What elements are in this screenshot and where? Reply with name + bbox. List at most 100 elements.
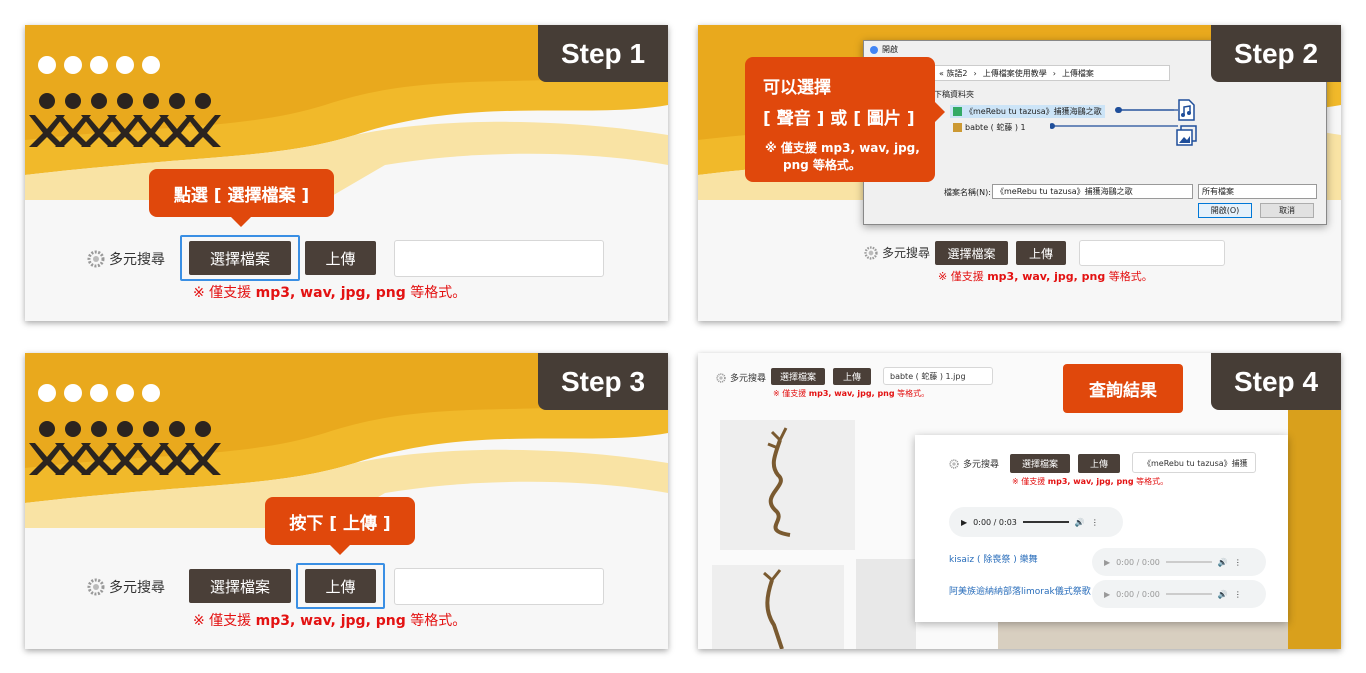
step2-panel: 開啟 « 族語2 › 上傳檔案使用教學 › 上傳檔案 下稿資料夾 《meRebu…: [698, 25, 1341, 321]
more-options-icon[interactable]: ⋮: [1091, 518, 1099, 527]
filename-display-field[interactable]: 《meRebu tu tazusa》捕獲: [1132, 452, 1256, 473]
volume-icon[interactable]: 🔊: [1218, 590, 1228, 599]
result-link[interactable]: kisaiz ( 除喪祭 ) 樂舞: [949, 552, 1038, 565]
format-note: ※ 僅支援 mp3, wav, jpg, png 等格式。: [1012, 476, 1168, 487]
gear-icon: [716, 372, 726, 383]
chrome-icon: [870, 45, 878, 54]
filename-display-field[interactable]: [394, 240, 604, 277]
note-suffix: 等格式。: [410, 613, 467, 629]
callout-pointer: [231, 217, 251, 227]
search-label-text: 多元搜尋: [109, 580, 165, 596]
format-note: ※ 僅支援 mp3, wav, jpg, png 等格式。: [773, 388, 929, 399]
multi-search-label: 多元搜尋: [864, 244, 930, 261]
upload-button[interactable]: 上傳: [1078, 454, 1120, 473]
note-prefix: ※ 僅支援: [938, 270, 984, 283]
search-label-text: 多元搜尋: [963, 460, 1000, 470]
plant-specimen-image: [712, 565, 844, 649]
choose-file-button[interactable]: 選擇檔案: [1010, 454, 1070, 473]
note-formats: mp3, wav, jpg, png: [255, 285, 406, 301]
filename-display-field[interactable]: babte ( 蛇藤 ) 1.jpg: [883, 367, 993, 385]
image-icon: [1176, 125, 1197, 146]
upload-button[interactable]: 上傳: [1016, 241, 1066, 265]
sidebar-folder-label[interactable]: 下稿資料夾: [934, 89, 974, 100]
choose-file-button[interactable]: 選擇檔案: [189, 241, 291, 275]
breadcrumb-item[interactable]: 上傳檔案: [1062, 68, 1094, 79]
audio-player[interactable]: ▶ 0:00 / 0:00 🔊 ⋮: [1092, 580, 1266, 608]
audio-player[interactable]: ▶ 0:00 / 0:00 🔊 ⋮: [1092, 548, 1266, 576]
note-prefix: ※ 僅支援: [1012, 477, 1046, 486]
note-prefix: ※ 僅支援: [773, 389, 807, 398]
gear-icon: [87, 250, 105, 268]
seek-bar[interactable]: [1022, 521, 1069, 523]
filename-display-field[interactable]: [1079, 240, 1225, 266]
callout-pointer: [935, 102, 945, 122]
step3-panel: Step 3 按下 [ 上傳 ] 多元搜尋 選擇檔案 上傳 ※ 僅支援 mp3,…: [25, 353, 668, 649]
file-item-image[interactable]: babte ( 蛇藤 ) 1: [950, 121, 1029, 134]
upload-button[interactable]: 上傳: [305, 569, 376, 603]
chevron-right-icon: ›: [973, 68, 977, 78]
step-badge: Step 3: [538, 353, 668, 410]
plant-specimen-image: [720, 420, 855, 550]
step1-panel: Step 1 點選 [ 選擇檔案 ] 多元搜尋 選擇檔案 上傳 ※ 僅支援 mp…: [25, 25, 668, 321]
image-file-icon: [953, 123, 962, 132]
open-button[interactable]: 開啟(O): [1198, 203, 1252, 218]
player-time: 0:00 / 0:00: [1116, 557, 1160, 567]
multi-search-label: 多元搜尋: [716, 371, 766, 384]
search-result-popup: 多元搜尋 選擇檔案 上傳 《meRebu tu tazusa》捕獲 ※ 僅支援 …: [915, 435, 1288, 622]
step-badge: Step 4: [1211, 353, 1341, 410]
format-note: ※ 僅支援 mp3, wav, jpg, png 等格式。: [193, 282, 466, 302]
step4-panel: 多元搜尋 選擇檔案 上傳 babte ( 蛇藤 ) 1.jpg ※ 僅支援 mp…: [698, 353, 1341, 649]
gear-icon: [864, 245, 878, 260]
choose-file-button[interactable]: 選擇檔案: [189, 569, 291, 603]
callout-text: 按下 [ 上傳 ]: [289, 513, 391, 534]
filename-display-field[interactable]: [394, 568, 604, 605]
seek-bar[interactable]: [1165, 561, 1212, 563]
note-suffix: 等格式。: [1136, 477, 1169, 486]
music-note-icon: [1178, 99, 1195, 121]
note-prefix: ※ 僅支援: [193, 613, 252, 629]
play-icon[interactable]: ▶: [1104, 558, 1110, 567]
breadcrumb[interactable]: « 族語2 › 上傳檔案使用教學 › 上傳檔案: [934, 65, 1170, 81]
instruction-callout: 按下 [ 上傳 ]: [265, 497, 415, 555]
volume-icon[interactable]: 🔊: [1218, 558, 1228, 567]
more-options-icon[interactable]: ⋮: [1234, 590, 1242, 599]
note-formats: mp3, wav, jpg, png: [1047, 477, 1134, 486]
callout-text: 點選 [ 選擇檔案 ]: [173, 185, 310, 206]
search-label-text: 多元搜尋: [882, 246, 931, 260]
filename-input[interactable]: 《meRebu tu tazusa》捕獲海鷗之歌: [992, 184, 1193, 199]
note-suffix: 等格式。: [410, 285, 467, 301]
dialog-title: 開啟: [882, 45, 898, 54]
note-formats: mp3, wav, jpg, png: [255, 613, 406, 629]
breadcrumb-item[interactable]: « 族語2: [939, 68, 968, 79]
plant-specimen-image: [856, 559, 916, 649]
callout-subnote: png 等格式。: [783, 158, 861, 172]
gear-icon: [949, 458, 959, 469]
result-link[interactable]: 阿美族逾納納部落limorak儀式祭歌: [949, 584, 1091, 597]
choose-file-button[interactable]: 選擇檔案: [771, 368, 825, 385]
side-accent-strip: [1288, 410, 1341, 649]
note-suffix: 等格式。: [897, 389, 930, 398]
seek-bar[interactable]: [1165, 593, 1212, 595]
play-icon[interactable]: ▶: [961, 518, 967, 527]
filename-label: 檔案名稱(N):: [944, 188, 991, 197]
volume-icon[interactable]: 🔊: [1075, 518, 1085, 527]
cancel-button[interactable]: 取消: [1260, 203, 1314, 218]
audio-player[interactable]: ▶ 0:00 / 0:03 🔊 ⋮: [949, 507, 1123, 537]
callout-line: [ 聲音 ] 或 [ 圖片 ]: [763, 109, 915, 129]
player-time: 0:00 / 0:00: [1116, 589, 1160, 599]
instruction-callout: 點選 [ 選擇檔案 ]: [149, 169, 334, 227]
choose-file-button[interactable]: 選擇檔案: [935, 241, 1008, 265]
play-icon[interactable]: ▶: [1104, 590, 1110, 599]
chevron-right-icon: ›: [1052, 68, 1056, 78]
format-note: ※ 僅支援 mp3, wav, jpg, png 等格式。: [938, 268, 1153, 284]
upload-button[interactable]: 上傳: [833, 368, 871, 385]
upload-button[interactable]: 上傳: [305, 241, 376, 275]
search-label-text: 多元搜尋: [109, 252, 165, 268]
filetype-select[interactable]: 所有檔案: [1198, 184, 1317, 199]
more-options-icon[interactable]: ⋮: [1234, 558, 1242, 567]
note-suffix: 等格式。: [1108, 270, 1153, 283]
callout-line: 可以選擇: [763, 78, 831, 98]
breadcrumb-item[interactable]: 上傳檔案使用教學: [983, 68, 1047, 79]
format-note: ※ 僅支援 mp3, wav, jpg, png 等格式。: [193, 610, 466, 630]
note-formats: mp3, wav, jpg, png: [987, 270, 1106, 283]
